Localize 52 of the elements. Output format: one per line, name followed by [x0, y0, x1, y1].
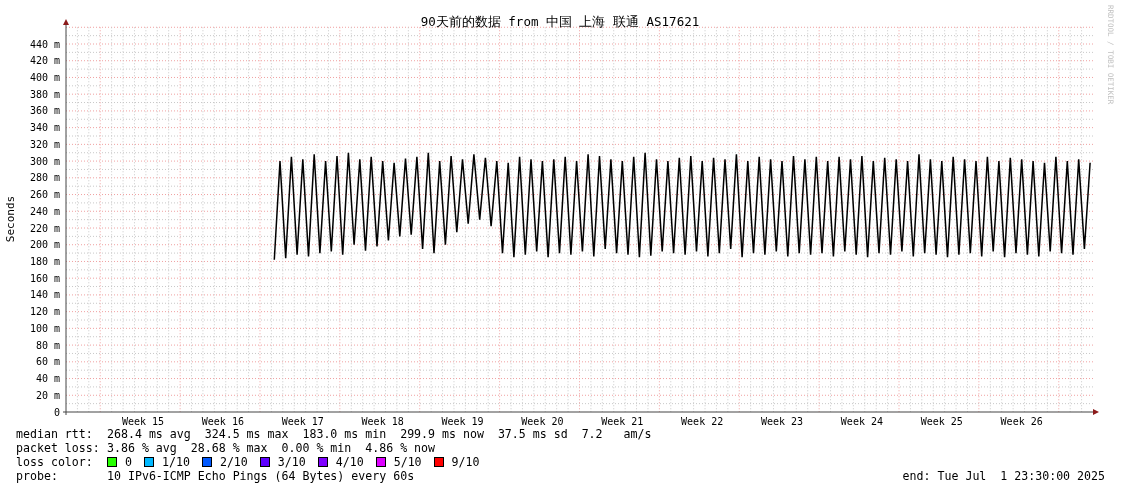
axis-label: 400 m — [29, 71, 60, 83]
axis-label: Week 21 — [601, 416, 644, 427]
axis-label: Week 22 — [681, 416, 724, 427]
axis-label: 80 m — [35, 339, 60, 351]
axis-label: 440 m — [29, 38, 60, 50]
legend-text: 5/10 — [393, 455, 422, 469]
axis-label: Week 18 — [361, 416, 404, 427]
axis-label: Week 24 — [840, 416, 883, 427]
axis-label: 160 m — [29, 272, 60, 284]
axis-label: Week 15 — [121, 416, 165, 427]
legend-text: 0 — [125, 455, 132, 469]
legend-text: 9/10 — [451, 455, 480, 469]
axis-label: 380 m — [29, 88, 60, 100]
axis-label: 320 m — [29, 138, 60, 150]
legend-label: loss color: — [16, 455, 94, 469]
axis-label: 360 m — [29, 105, 60, 117]
legend-text: 3.86 % avg 28.68 % max 0.00 % min 4.86 % now — [107, 441, 436, 455]
axis-label: 60 m — [35, 356, 60, 368]
axis-title: Seconds — [4, 195, 17, 243]
axis-label: 420 m — [29, 55, 60, 67]
axis-label: 220 m — [29, 222, 60, 234]
axis-label: 300 m — [29, 155, 60, 167]
axis-label: 240 m — [29, 205, 60, 217]
legend-text: 3/10 — [277, 455, 306, 469]
end-time-text: end: Tue Jul 1 23:30:00 2025 — [902, 469, 1105, 483]
axis-label: Week 23 — [760, 416, 804, 427]
legend-text: 1/10 — [162, 455, 190, 469]
axis-label: 280 m — [29, 172, 60, 184]
axis-label: 20 m — [35, 389, 60, 401]
axis-label: 100 m — [29, 322, 60, 334]
legend-label: median rtt: — [16, 427, 94, 441]
axis-label: Week 25 — [920, 416, 963, 427]
axis-label: Week 19 — [441, 416, 484, 427]
legend-text: 2/10 — [219, 455, 248, 469]
axis-label: Week 17 — [281, 416, 324, 427]
legend-text: 268.4 ms avg 324.5 ms max 183.0 ms min 299.9 ms now 37.5 ms sd 7.2 am/s — [107, 427, 652, 441]
legend-label: packet loss: — [16, 441, 101, 455]
axis-label: 120 m — [29, 306, 60, 318]
axis-label: Week 16 — [201, 416, 244, 427]
axis-label: 340 m — [29, 122, 60, 134]
axis-label: 0 — [53, 406, 60, 418]
legend-text: 10 IPv6-ICMP Echo Pings (64 Bytes) every 60s — [107, 469, 415, 483]
axis-label: 180 m — [29, 255, 60, 267]
legend-text: 4/10 — [335, 455, 364, 469]
axis-label: 200 m — [29, 239, 60, 251]
chart-title: 90天前的数据 from 中国 上海 联通 AS17621 — [420, 14, 700, 29]
axis-label: 40 m — [35, 373, 60, 385]
axis-label: Week 26 — [1000, 416, 1043, 427]
legend-label: probe: — [16, 469, 59, 483]
axis-label: 140 m — [29, 289, 60, 301]
axis-label: Week 20 — [521, 416, 564, 427]
axis-label: 260 m — [29, 189, 60, 201]
